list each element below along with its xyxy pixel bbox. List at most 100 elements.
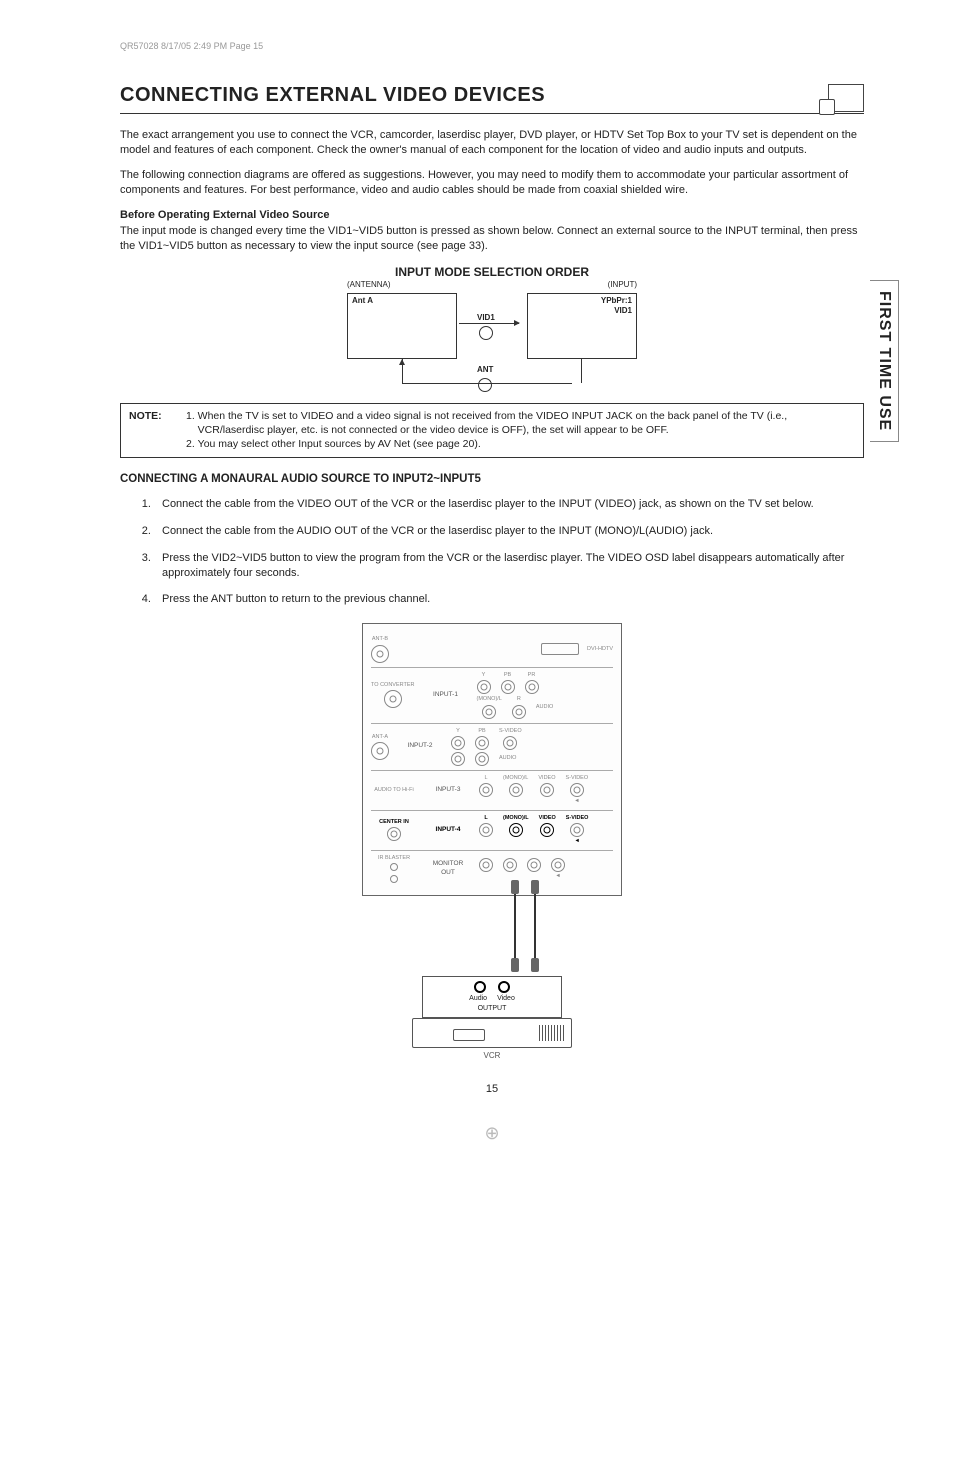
vcr-jack-audio xyxy=(474,981,486,993)
jack-in4-mono xyxy=(509,823,523,837)
label-audio: AUDIO xyxy=(499,755,516,762)
step-4: Press the ANT button to return to the pr… xyxy=(154,592,864,607)
crop-mark-header: QR57028 8/17/05 2:49 PM Page 15 xyxy=(120,40,864,52)
cable-connection-diagram xyxy=(362,896,622,976)
label-to-converter: TO CONVERTER xyxy=(371,682,415,689)
label-r: R xyxy=(517,696,521,703)
label-center-in: CENTER IN xyxy=(379,819,409,826)
side-tab-first-time-use: FIRST TIME USE xyxy=(870,280,899,442)
label-ant-b: ANT-B xyxy=(372,636,388,643)
tv-remote-icon xyxy=(828,84,864,112)
cable-line xyxy=(514,894,516,964)
label-ant-a: ANT-A xyxy=(372,734,388,741)
cable-plug-icon xyxy=(511,958,519,972)
jack-in2-l xyxy=(451,752,465,766)
vcr-label-output: OUTPUT xyxy=(429,1004,555,1013)
vcr-label-video: Video xyxy=(497,994,515,1003)
jack-in3-l xyxy=(479,783,493,797)
flow-label-vid1-right: VID1 xyxy=(614,306,632,317)
jack-center-in xyxy=(387,827,401,841)
jack-in1-pb xyxy=(501,680,515,694)
flow-box-input: YPbPr:1 VID1 xyxy=(527,293,637,359)
label-mono-l: (MONO)/L xyxy=(503,815,529,822)
flow-sub-antenna: (ANTENNA) xyxy=(347,280,391,291)
jack-in1-r xyxy=(512,705,526,719)
flow-diagram-title: INPUT MODE SELECTION ORDER xyxy=(120,264,864,280)
jack-in2-pb xyxy=(475,736,489,750)
jack-in4-svideo xyxy=(570,823,584,837)
page-number: 15 xyxy=(120,1082,864,1097)
label-pr: PR xyxy=(528,672,536,679)
note-item-1: When the TV is set to VIDEO and a video … xyxy=(198,409,855,437)
jack-ir-2 xyxy=(390,875,398,883)
jack-monout-svideo xyxy=(551,858,565,872)
cable-plug-icon xyxy=(511,880,519,894)
label-input1: INPUT-1 xyxy=(423,691,469,700)
label-pb: PB xyxy=(478,728,485,735)
intro-paragraph-2: The following connection diagrams are of… xyxy=(120,168,864,198)
label-video: VIDEO xyxy=(538,775,555,782)
step-2: Connect the cable from the AUDIO OUT of … xyxy=(154,524,864,539)
flow-sub-input: (INPUT) xyxy=(608,280,637,291)
label-pb: PB xyxy=(504,672,511,679)
jack-in4-l xyxy=(479,823,493,837)
label-y: Y xyxy=(482,672,486,679)
flow-line xyxy=(402,383,522,384)
title-rule xyxy=(120,113,864,114)
flow-node-vid1: VID1 xyxy=(477,313,495,340)
flow-box-antenna xyxy=(347,293,457,359)
intro-paragraph-1: The exact arrangement you use to connect… xyxy=(120,128,864,158)
cable-plug-icon xyxy=(531,958,539,972)
jack-dvi-hdtv xyxy=(541,643,579,655)
label-y: Y xyxy=(456,728,460,735)
label-ir-blaster: IR BLASTER xyxy=(378,855,410,862)
label-l: L xyxy=(484,815,487,822)
jack-in2-svideo xyxy=(503,736,517,750)
jack-monout-video xyxy=(527,858,541,872)
jack-in2-y xyxy=(451,736,465,750)
label-audio-hifi: AUDIO TO Hi-Fi xyxy=(374,787,414,794)
label-input4: INPUT-4 xyxy=(425,826,471,835)
label-input2: INPUT-2 xyxy=(397,742,443,751)
label-video: VIDEO xyxy=(539,815,556,822)
vcr-label-audio: Audio xyxy=(469,994,487,1003)
label-dvi-hdtv: DVI-HDTV xyxy=(587,646,613,653)
note-item-2: You may select other Input sources by AV… xyxy=(198,437,855,451)
label-input3: INPUT-3 xyxy=(425,786,471,795)
jack-ant-a xyxy=(371,742,389,760)
jack-monout-l xyxy=(479,858,493,872)
jack-in1-y xyxy=(477,680,491,694)
flow-arrow-up xyxy=(402,359,403,383)
vcr-caption: VCR xyxy=(120,1051,864,1062)
label-svideo: S-VIDEO xyxy=(566,775,589,782)
label-svideo: S-VIDEO xyxy=(566,815,589,822)
vcr-jack-video xyxy=(498,981,510,993)
step-1: Connect the cable from the VIDEO OUT of … xyxy=(154,497,864,512)
rear-panel-diagram: ANT-B DVI-HDTV TO CONVERTER INPUT-1 Y PB… xyxy=(362,623,622,896)
label-l: L xyxy=(484,775,487,782)
jack-in1-l xyxy=(482,705,496,719)
cable-line xyxy=(534,894,536,964)
jack-in3-mono xyxy=(509,783,523,797)
label-mono-l: (MONO)/L xyxy=(503,775,528,782)
flow-line xyxy=(581,359,582,383)
jack-in2-r xyxy=(475,752,489,766)
section-head-monaural: CONNECTING A MONAURAL AUDIO SOURCE TO IN… xyxy=(120,472,864,488)
vcr-body-icon xyxy=(412,1018,572,1048)
jack-monout-r xyxy=(503,858,517,872)
jack-in3-svideo xyxy=(570,783,584,797)
label-audio: AUDIO xyxy=(536,704,553,711)
jack-to-converter xyxy=(384,690,402,708)
label-svideo: S-VIDEO xyxy=(499,728,522,735)
label-monitor-out: MONITOR OUT xyxy=(425,860,471,878)
jack-in3-video xyxy=(540,783,554,797)
before-operating-body: The input mode is changed every time the… xyxy=(120,224,864,254)
note-box: NOTE: When the TV is set to VIDEO and a … xyxy=(120,403,864,458)
label-mono-l: (MONO)/L xyxy=(477,696,502,703)
before-operating-head: Before Operating External Video Source xyxy=(120,208,864,223)
crop-mark-icon: ⊕ xyxy=(120,1121,864,1145)
note-label: NOTE: xyxy=(129,409,162,452)
page-title: CONNECTING EXTERNAL VIDEO DEVICES xyxy=(120,82,545,109)
step-3: Press the VID2~VID5 button to view the p… xyxy=(154,551,864,581)
jack-in4-video xyxy=(540,823,554,837)
